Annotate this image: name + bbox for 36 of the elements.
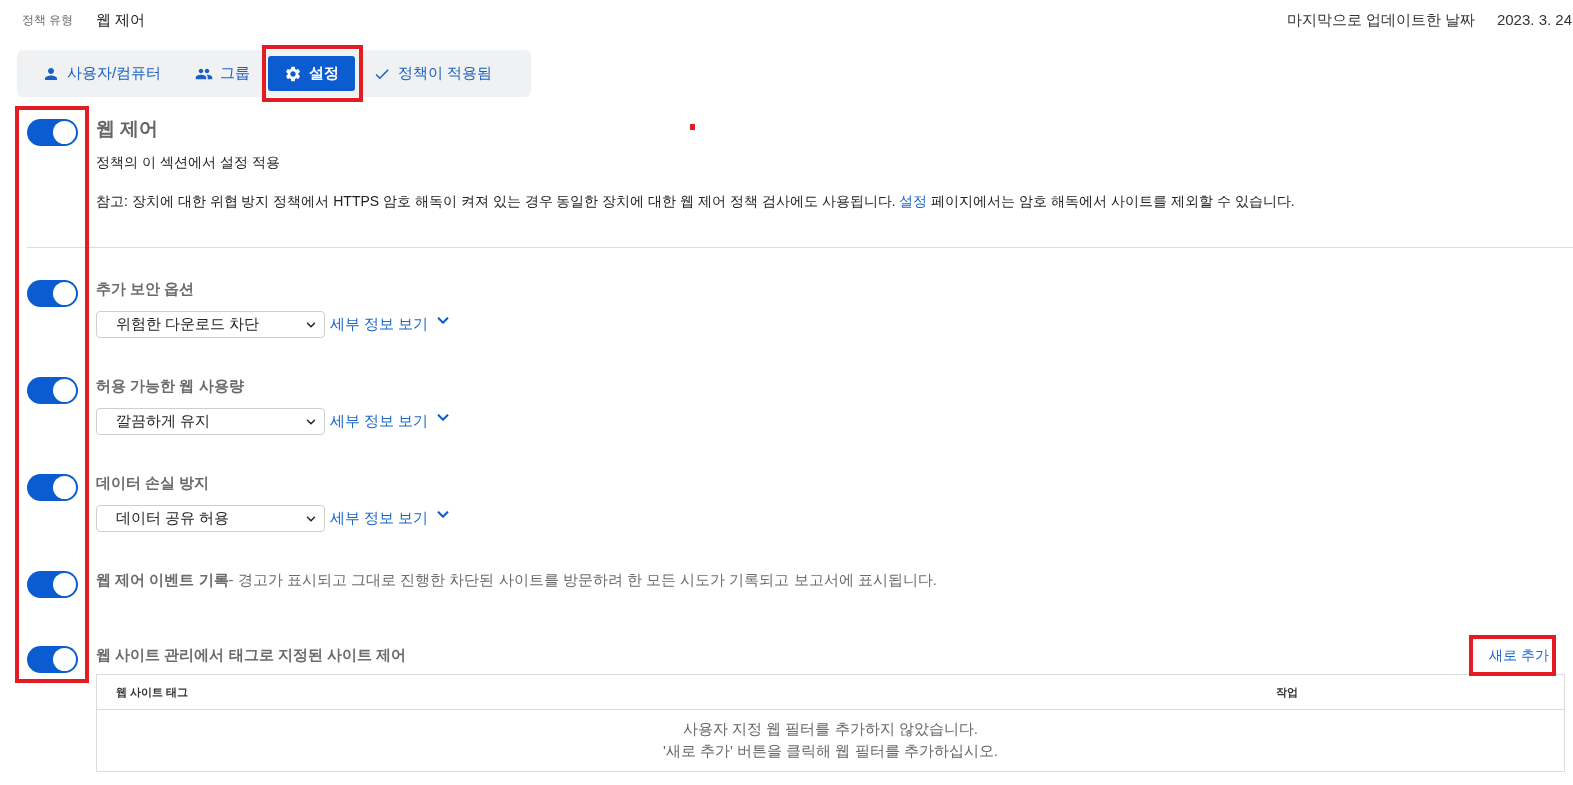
option-title: 웹 사이트 관리에서 태그로 지정된 사이트 제어 [96,645,406,665]
policy-type-value: 웹 제어 [96,9,146,30]
toggle-switch[interactable] [27,377,78,404]
empty-message: 사용자 지정 웹 필터를 추가하지 않았습니다. [683,719,978,739]
section-subtitle: 정책의 이 섹션에서 설정 적용 [96,153,280,172]
tab[interactable]: 설정 [268,56,356,91]
last-updated-label: 마지막으로 업데이트한 날짜 [1286,9,1475,30]
event-log-description: 웹 제어 이벤트 기록- 경고가 표시되고 그대로 진행한 차단된 사이트를 방문하려 한 모든 시도가 기록되고 보고서에 표시됩니다. [96,570,937,590]
dropdown[interactable]: 위험한 다운로드 차단 [96,311,325,338]
details-link[interactable]: 세부 정보 보기 [330,410,453,433]
details-link[interactable]: 세부 정보 보기 [330,507,453,530]
note-text: 참고: 장치에 대한 위협 방지 정책에서 HTTPS 암호 해독이 켜져 있는 경우 동일한 장치에 대한 웹 제어 정책 검사에도 사용됩니다. 설정 페이지에서는 암호 해독에서 사이트를 제외할 수 있습니다. [96,192,1295,211]
dropdown[interactable]: 데이터 공유 허용 [96,505,325,532]
option-title: 허용 가능한 웹 사용량 [96,376,244,396]
tab[interactable]: 사용자/컴퓨터 [26,56,178,91]
option-title: 데이터 손실 방지 [96,473,210,493]
option-title: 추가 보안 옵션 [96,279,195,299]
settings-link[interactable]: 설정 [899,193,928,209]
toggle-switch[interactable] [27,474,78,501]
tab[interactable]: 그룹 [179,56,267,91]
column-header: 웹 사이트 태그 [115,684,190,700]
toggle-switch[interactable] [27,119,78,146]
toggle-switch[interactable] [27,646,78,673]
last-updated-date: 2023. 3. 24 [1496,9,1572,30]
empty-message: '새로 추가' 버튼을 클릭해 웹 필터를 추가하십시오. [663,741,998,761]
square-icon [690,124,695,130]
column-header: 작업 [1275,684,1299,700]
add-new-link[interactable]: 새로 추가 [1489,645,1549,665]
toggle-switch[interactable] [27,280,78,307]
details-link[interactable]: 세부 정보 보기 [330,313,453,336]
policy-type-label: 정책 유형 [22,12,75,29]
settings-icon [284,64,303,83]
tab[interactable]: 정책이 적용됨 [357,56,509,91]
toggle-switch[interactable] [27,571,78,598]
section-title: 웹 제어 [96,117,159,141]
dropdown[interactable]: 깔끔하게 유지 [96,408,325,435]
